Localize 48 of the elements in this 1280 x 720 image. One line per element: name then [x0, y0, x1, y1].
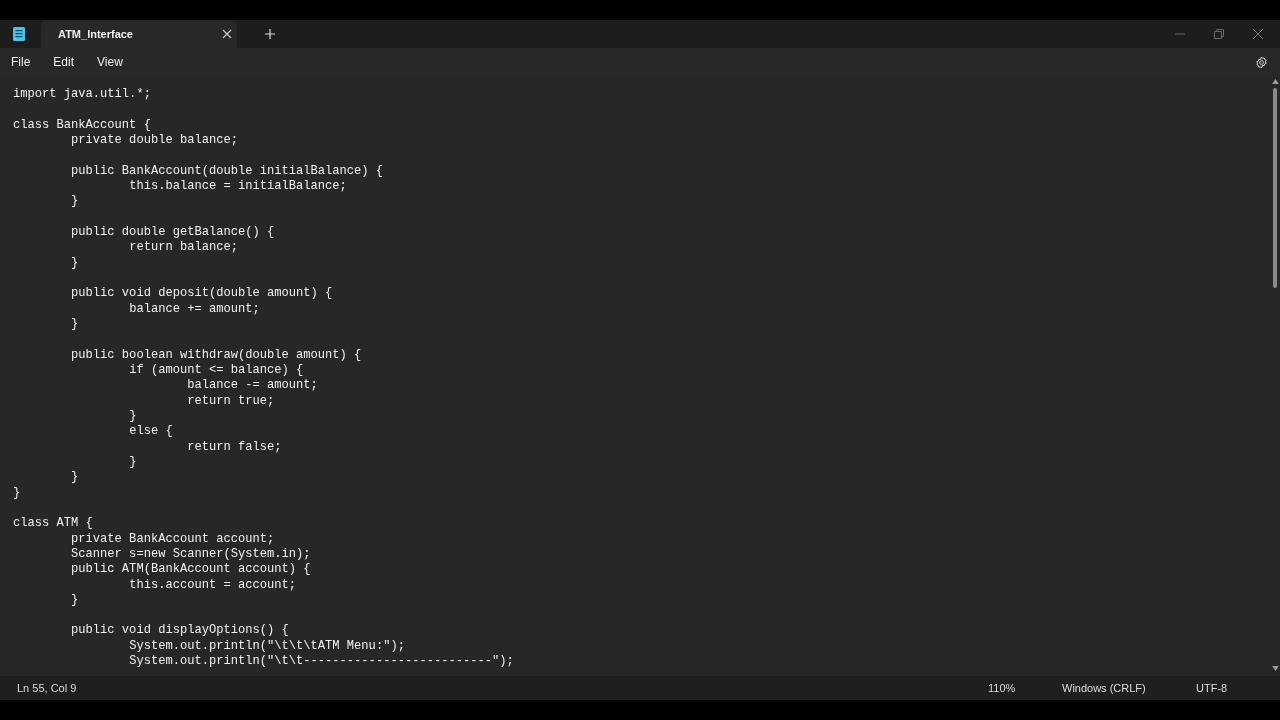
cursor-position: Ln 55, Col 9 — [17, 682, 77, 694]
code-line: return balance; — [128, 240, 238, 255]
code-line: if (amount <= balance) { — [128, 362, 304, 377]
code-line: public boolean withdraw(double amount) { — [70, 347, 362, 362]
code-line: this.balance = initialBalance; — [128, 178, 347, 193]
code-line: } — [13, 485, 21, 500]
menu-item[interactable]: View — [97, 55, 123, 69]
code-line: public double getBalance() { — [70, 224, 275, 239]
code-line: class BankAccount { — [13, 117, 151, 132]
close-icon[interactable] — [1253, 29, 1263, 39]
zoom-level: 110% — [988, 682, 1017, 694]
settings-icon[interactable] — [1255, 55, 1268, 69]
code-line: class ATM { — [13, 516, 93, 531]
close-icon[interactable] — [222, 29, 232, 39]
code-line: System.out.println("\t\t\tATM Menu:"); — [128, 638, 405, 653]
notepad-icon — [13, 27, 25, 41]
menu-item[interactable]: Edit — [53, 55, 75, 69]
code-line: } — [70, 255, 79, 270]
code-line: public void deposit(double amount) { — [70, 286, 333, 301]
code-line: import java.util.*; — [13, 87, 151, 101]
line-ending: Windows (CRLF) — [1062, 682, 1147, 694]
code-line: private BankAccount account; — [70, 531, 275, 546]
code-line: Scanner s=new Scanner(System.in); — [70, 546, 311, 561]
encoding: UTF-8 — [1196, 682, 1229, 694]
scroll-down-icon[interactable] — [1271, 666, 1279, 671]
code-line: balance -= amount; — [186, 378, 318, 393]
code-line: public BankAccount(double initialBalance) { — [70, 163, 384, 178]
code-line: System.out.println("\t\t--------------------------"); — [128, 654, 514, 669]
code-line: } — [128, 454, 137, 469]
code-line: } — [70, 592, 79, 607]
code-line: private double balance; — [70, 133, 238, 147]
restore-icon[interactable] — [1214, 29, 1224, 39]
code-line: } — [70, 194, 79, 209]
code-line: else { — [128, 424, 173, 439]
scroll-up-icon[interactable] — [1271, 79, 1279, 84]
file-tab[interactable]: ATM_Interface — [41, 20, 237, 48]
code-line: } — [70, 470, 79, 485]
code-line: this.account = account; — [128, 577, 297, 592]
code-line: balance += amount; — [128, 301, 260, 316]
code-line: return true; — [186, 393, 275, 408]
code-line: return false; — [186, 439, 282, 454]
scrollbar-thumb[interactable] — [1273, 88, 1277, 288]
add-tab-icon[interactable] — [265, 29, 275, 39]
code-line: } — [128, 408, 137, 423]
code-line: public ATM(BankAccount account) { — [70, 562, 311, 577]
menu-item[interactable]: File — [11, 55, 31, 69]
code-line: } — [70, 316, 79, 331]
code-line: public void displayOptions() { — [70, 623, 289, 638]
